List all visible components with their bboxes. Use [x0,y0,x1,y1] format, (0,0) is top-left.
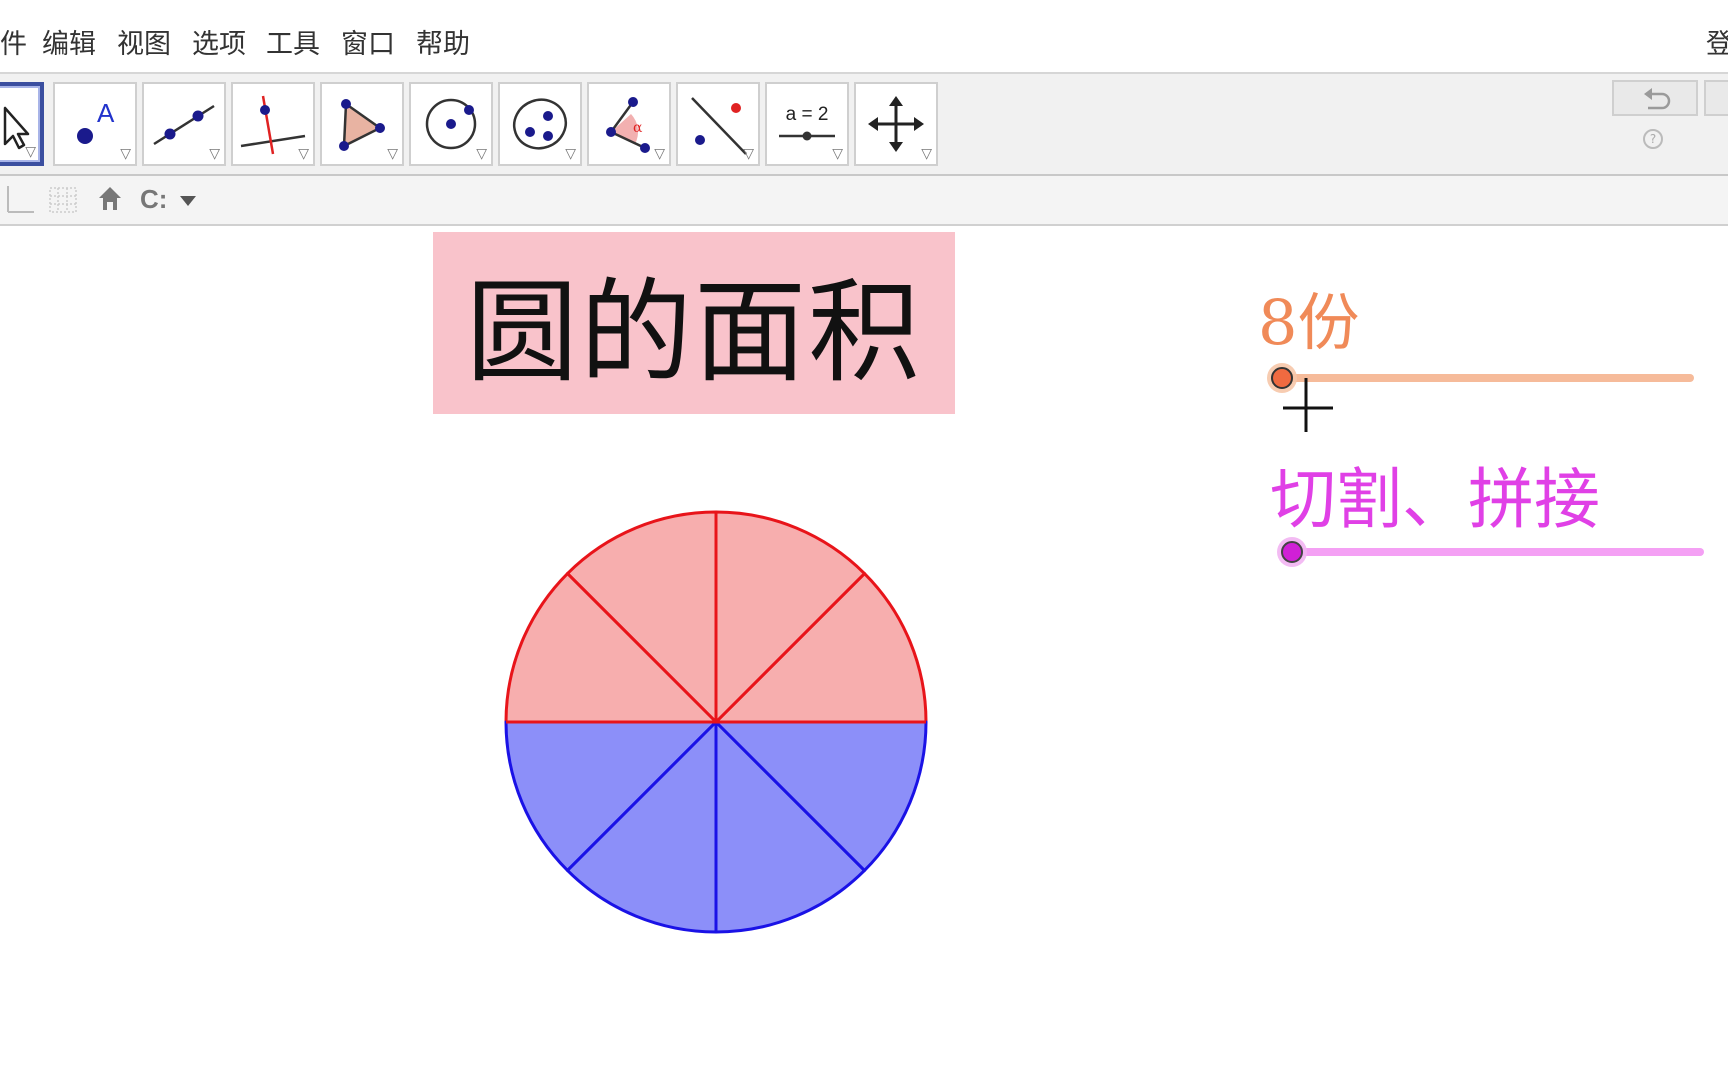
arrow-cursor-icon [3,106,30,150]
tool-menu-caret-icon: ▽ [565,146,576,162]
style-bar: C: [0,176,1728,226]
point-capture-label[interactable]: C: [140,184,167,215]
tool-menu-caret-icon: ▽ [298,146,309,162]
graphics-view[interactable]: 圆的面积 8份 切割、拼接 [0,226,1728,1080]
slider-tool-button[interactable]: a = 2 ▽ [765,82,849,166]
menu-view[interactable]: 视图 [117,22,171,61]
circle-tool-button[interactable]: ▽ [409,82,493,166]
home-icon[interactable] [96,184,124,214]
menu-tools[interactable]: 工具 [266,22,320,61]
polygon-tool-button[interactable]: ▽ [320,82,404,166]
point-tool-label: A [97,98,115,128]
tool-menu-caret-icon: ▽ [743,146,754,162]
angle-tool-label: α [633,120,643,136]
circle-sectors[interactable] [504,510,928,934]
tool-menu-caret-icon: ▽ [25,144,36,160]
login-link[interactable]: 登 [1706,22,1728,61]
undo-button[interactable] [1612,80,1698,116]
toolbar: ▽ A ▽ ▽ ▽ ▽ ▽ ▽ α ▽ ▽ a = 2 ▽ ▽ [0,74,1728,176]
menu-options[interactable]: 选项 [192,22,246,61]
undo-icon [1644,88,1671,110]
slider-tool-label: a = 2 [786,104,829,125]
grid-icon[interactable] [48,186,78,214]
menu-file[interactable]: 件 [0,22,27,61]
tool-menu-caret-icon: ▽ [120,146,131,162]
ellipse-tool-button[interactable]: ▽ [498,82,582,166]
slider-knob-cut-join[interactable] [1281,541,1303,563]
move-tool-button[interactable]: ▽ [0,82,44,166]
menu-help[interactable]: 帮助 [416,22,470,61]
canvas-drawing [504,363,1704,934]
angle-tool-button[interactable]: α ▽ [587,82,671,166]
redo-button[interactable] [1704,80,1728,116]
line-tool-button[interactable]: ▽ [142,82,226,166]
chevron-down-icon[interactable] [178,194,198,208]
move-view-tool-button[interactable]: ▽ [854,82,938,166]
reflect-tool-button[interactable]: ▽ [676,82,760,166]
tool-menu-caret-icon: ▽ [209,146,220,162]
tool-menu-caret-icon: ▽ [476,146,487,162]
menu-bar: 件 编辑 视图 选项 工具 窗口 帮助 登 [0,0,1728,74]
menu-edit[interactable]: 编辑 [42,22,96,61]
perpendicular-tool-button[interactable]: ▽ [231,82,315,166]
tool-menu-caret-icon: ▽ [832,146,843,162]
help-icon[interactable]: ? [1643,129,1663,149]
menu-window[interactable]: 窗口 [341,22,395,61]
tool-menu-caret-icon: ▽ [654,146,665,162]
slider-knob-parts[interactable] [1271,367,1293,389]
axes-icon[interactable] [4,184,34,216]
point-tool-button[interactable]: A ▽ [53,82,137,166]
geogebra-window: 件 编辑 视图 选项 工具 窗口 帮助 登 ▽ A ▽ ▽ ▽ ▽ ▽ ▽ α … [0,0,1728,1080]
tool-menu-caret-icon: ▽ [921,146,932,162]
tool-menu-caret-icon: ▽ [387,146,398,162]
